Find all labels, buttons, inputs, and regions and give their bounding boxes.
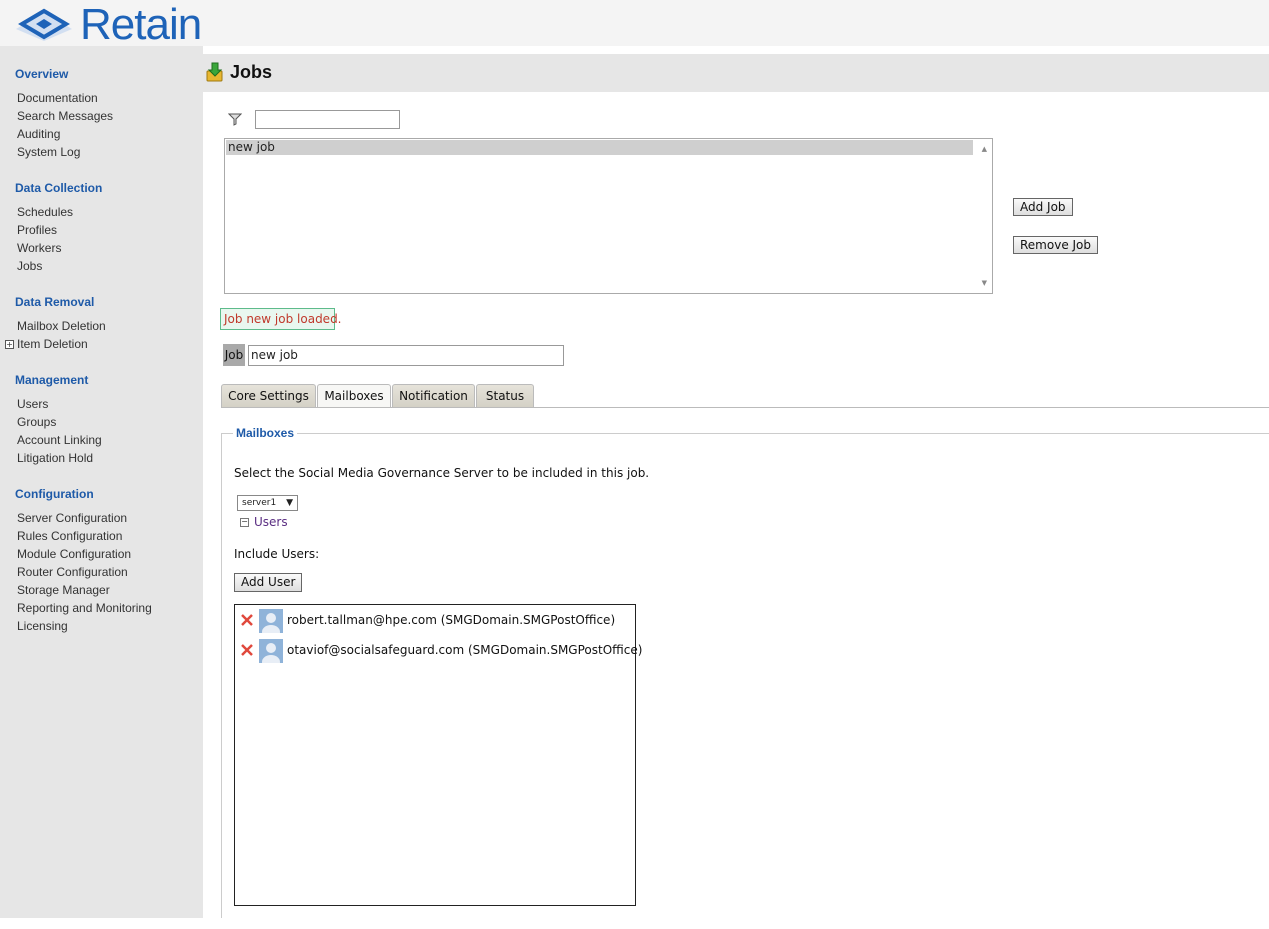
tab-divider bbox=[221, 407, 1269, 408]
nav-item-module-configuration[interactable]: Module Configuration bbox=[17, 547, 131, 561]
server-select-value: server1 bbox=[242, 498, 277, 508]
dropdown-arrow-icon: ▼ bbox=[286, 498, 293, 508]
fieldset-border bbox=[221, 433, 1269, 434]
nav-item-documentation[interactable]: Documentation bbox=[17, 91, 98, 105]
nav-item-search-messages[interactable]: Search Messages bbox=[17, 109, 113, 123]
user-avatar-icon bbox=[259, 639, 283, 663]
user-list: robert.tallman@hpe.com (SMGDomain.SMGPos… bbox=[234, 604, 642, 906]
add-job-button[interactable]: Add Job bbox=[1013, 198, 1073, 216]
nav-item-reporting-and-monitoring[interactable]: Reporting and Monitoring bbox=[17, 601, 152, 615]
tab-status[interactable]: Status bbox=[476, 384, 534, 408]
nav-item-schedules[interactable]: Schedules bbox=[17, 205, 73, 219]
nav-section-management[interactable]: Management bbox=[15, 373, 88, 387]
nav-item-storage-manager[interactable]: Storage Manager bbox=[17, 583, 110, 597]
nav-section-data-collection[interactable]: Data Collection bbox=[15, 181, 102, 195]
nav-item-account-linking[interactable]: Account Linking bbox=[17, 433, 102, 447]
nav-item-server-configuration[interactable]: Server Configuration bbox=[17, 511, 127, 525]
nav-section-configuration[interactable]: Configuration bbox=[15, 487, 94, 501]
mailboxes-legend: Mailboxes bbox=[233, 426, 298, 440]
retain-logo: Retain bbox=[14, 0, 202, 49]
filter-icon bbox=[228, 113, 242, 126]
tab-mailboxes[interactable]: Mailboxes bbox=[317, 384, 391, 408]
retain-logo-text: Retain bbox=[80, 0, 202, 49]
nav-item-rules-configuration[interactable]: Rules Configuration bbox=[17, 529, 122, 543]
scroll-up-icon[interactable]: ▲ bbox=[982, 145, 987, 153]
add-user-button[interactable]: Add User bbox=[234, 573, 303, 592]
job-list-item[interactable]: new job bbox=[226, 140, 973, 155]
nav-item-licensing[interactable]: Licensing bbox=[17, 619, 68, 633]
status-message: Job new job loaded. bbox=[220, 308, 342, 330]
nav-item-item-deletion[interactable]: Item Deletion bbox=[17, 337, 88, 351]
nav-item-jobs[interactable]: Jobs bbox=[17, 259, 42, 273]
tab-notification[interactable]: Notification bbox=[392, 384, 475, 408]
user-list-item: robert.tallman@hpe.com (SMGDomain.SMGPos… bbox=[237, 609, 633, 633]
user-list-item: otaviof@socialsafeguard.com (SMGDomain.S… bbox=[237, 639, 642, 663]
users-tree-node[interactable]: Users bbox=[254, 515, 288, 529]
scroll-down-icon[interactable]: ▼ bbox=[982, 279, 987, 287]
mailboxes-description: Select the Social Media Governance Serve… bbox=[234, 466, 650, 480]
nav-item-auditing[interactable]: Auditing bbox=[17, 127, 60, 141]
remove-user-icon[interactable] bbox=[240, 613, 254, 627]
nav-item-router-configuration[interactable]: Router Configuration bbox=[17, 565, 128, 579]
user-address: robert.tallman@hpe.com (SMGDomain.SMGPos… bbox=[287, 613, 616, 627]
page-title: Jobs bbox=[230, 62, 273, 82]
tab-core-settings[interactable]: Core Settings bbox=[221, 384, 316, 408]
collapse-minus-icon[interactable]: − bbox=[240, 518, 249, 527]
job-name-input[interactable]: new job bbox=[248, 345, 564, 366]
jobs-download-icon bbox=[206, 62, 223, 82]
job-field-label: Job bbox=[223, 344, 245, 366]
user-address: otaviof@socialsafeguard.com (SMGDomain.S… bbox=[287, 643, 643, 657]
nav-item-system-log[interactable]: System Log bbox=[17, 145, 80, 159]
include-users-label: Include Users: bbox=[234, 547, 320, 561]
nav-item-profiles[interactable]: Profiles bbox=[17, 223, 57, 237]
fieldset-border-left bbox=[221, 433, 222, 918]
filter-input[interactable] bbox=[255, 110, 400, 129]
user-avatar-icon bbox=[259, 609, 283, 633]
nav-item-mailbox-deletion[interactable]: Mailbox Deletion bbox=[17, 319, 106, 333]
page-header bbox=[203, 54, 1269, 92]
nav-item-groups[interactable]: Groups bbox=[17, 415, 56, 429]
expand-plus-icon[interactable]: + bbox=[5, 340, 14, 349]
job-list[interactable]: new job ▲ ▼ bbox=[224, 138, 993, 294]
remove-user-icon[interactable] bbox=[240, 643, 254, 657]
server-select[interactable]: server1 ▼ bbox=[237, 495, 298, 511]
nav-section-overview[interactable]: Overview bbox=[15, 67, 68, 81]
nav-item-litigation-hold[interactable]: Litigation Hold bbox=[17, 451, 93, 465]
retain-logo-icon bbox=[16, 8, 72, 41]
nav-section-data-removal[interactable]: Data Removal bbox=[15, 295, 94, 309]
nav-item-users[interactable]: Users bbox=[17, 397, 48, 411]
nav-item-workers[interactable]: Workers bbox=[17, 241, 61, 255]
remove-job-button[interactable]: Remove Job bbox=[1013, 236, 1099, 254]
sidebar bbox=[0, 46, 203, 918]
